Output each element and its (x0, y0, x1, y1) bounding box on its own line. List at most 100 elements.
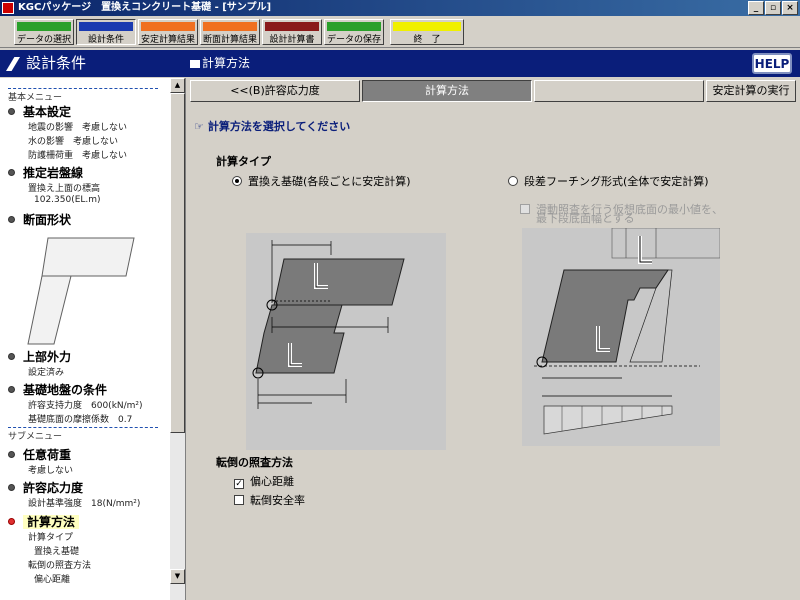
menu-list: 基本メニュー 基本設定 地震の影響 考慮しない 水の影響 考慮しない 防護柵荷重… (0, 78, 170, 600)
stepped-diagram-svg (534, 227, 721, 435)
checkbox-icon (234, 495, 244, 505)
bullet-icon (8, 518, 15, 525)
menu-section-shape[interactable]: 断面形状 (8, 211, 71, 228)
menu-detail: 水の影響 考慮しない (28, 137, 119, 147)
menu-detail: 102.350(EL.m) (34, 195, 101, 205)
radio-selected-icon (232, 176, 242, 186)
instruction-label: 計算方法を選択してください (207, 120, 351, 133)
save-data-button[interactable]: データの保存 (324, 19, 384, 45)
left-header-title: 設計条件 (26, 54, 87, 72)
slide-check-label-line2: 最下段底面幅とする (536, 210, 635, 226)
menu-detail: 設計基準強度 18(N/mm²) (28, 499, 141, 509)
overturn-check-label: 転倒の照査方法 (216, 456, 293, 469)
menu-detail: 転倒の照査方法 (28, 561, 92, 571)
checkbox-label: 偏心距離 (250, 475, 294, 488)
left-scrollbar[interactable]: ▲ ▼ (170, 78, 185, 600)
data-select-button[interactable]: データの選択 (14, 19, 74, 45)
help-button[interactable]: HELP (752, 53, 792, 74)
section-results-button[interactable]: 断面計算結果 (200, 19, 260, 45)
stability-results-button[interactable]: 安定計算結果 (138, 19, 198, 45)
main-panel: <<(B)許容応力度 計算方法 安定計算の実行 ☞ 計算方法を選択してください 計… (186, 78, 800, 600)
bullet-icon (8, 169, 15, 176)
menu-label: 計算方法 (23, 515, 80, 529)
exit-button[interactable]: 終 了 (390, 19, 464, 45)
toolbar: データの選択 設計条件 安定計算結果 断面計算結果 設計計算書 データの保存 終… (0, 16, 800, 48)
menu-calc-method[interactable]: 計算方法 (8, 513, 80, 530)
button-label: 設計計算書 (269, 35, 315, 45)
menu-arbitrary-load[interactable]: 任意荷重 (8, 446, 71, 463)
maximize-button[interactable]: ▫ (765, 1, 781, 15)
tab-next[interactable] (534, 80, 704, 102)
color-band (265, 22, 319, 31)
instruction-text: ☞ 計算方法を選択してください (194, 118, 350, 134)
color-band (327, 22, 381, 31)
menu-detail: 置換え基礎 (34, 547, 80, 557)
menu-label: 断面形状 (23, 213, 72, 227)
close-button[interactable]: × (782, 1, 798, 15)
color-band (393, 22, 461, 31)
overturn-safety-factor-checkbox[interactable]: 転倒安全率 (234, 492, 305, 508)
radio-icon (508, 176, 518, 186)
bullet-icon (8, 386, 15, 393)
menu-detail: 置換え上面の標高 (28, 184, 101, 194)
checkbox-label: 最下段底面幅とする (536, 212, 635, 225)
menu-detail: 計算タイプ (28, 533, 74, 543)
menu-label: 基本設定 (23, 105, 72, 119)
radio-replacement-foundation[interactable]: 置換え基礎(各段ごとに安定計算) (232, 173, 411, 189)
menu-ground-conditions[interactable]: 基礎地盤の条件 (8, 381, 107, 398)
menu-label: 基礎地盤の条件 (23, 383, 108, 397)
window-title: KGCパッケージ 置換えコンクリート基礎 - [サンプル] (18, 2, 272, 13)
scroll-up-arrow-icon[interactable]: ▲ (170, 78, 185, 93)
color-band (79, 22, 133, 31)
radio-stepped-footing[interactable]: 段差フーチング形式(全体で安定計算) (508, 173, 709, 189)
menu-label: 任意荷重 (23, 448, 72, 462)
main-panel-header: 計算方法 HELP (186, 50, 800, 77)
bullet-icon (8, 451, 15, 458)
tab-bar: <<(B)許容応力度 計算方法 安定計算の実行 (190, 80, 796, 102)
main-header-title: 計算方法 (202, 56, 251, 70)
menu-basic-settings[interactable]: 基本設定 (8, 103, 71, 120)
bullet-icon (8, 484, 15, 491)
menu-detail: 偏心距離 (34, 575, 71, 585)
run-stability-calc-button[interactable]: 安定計算の実行 (706, 80, 796, 102)
menu-allowable-stress[interactable]: 許容応力度 (8, 479, 83, 496)
stepped-footing-diagram (522, 227, 721, 446)
menu-detail: 防護柵荷重 考慮しない (28, 151, 128, 161)
button-label: データの保存 (326, 35, 381, 45)
button-label: 終 了 (413, 35, 441, 45)
menu-label: 上部外力 (23, 350, 72, 364)
tab-calc-method[interactable]: 計算方法 (362, 80, 532, 102)
button-label: 安定計算結果 (140, 35, 195, 45)
menu-detail: 設定済み (28, 368, 65, 378)
menu-label: 推定岩盤線 (23, 166, 84, 180)
minimize-button[interactable]: _ (748, 1, 764, 15)
report-button[interactable]: 設計計算書 (262, 19, 322, 45)
scroll-down-arrow-icon[interactable]: ▼ (170, 569, 185, 584)
menu-detail: 地震の影響 考慮しない (28, 123, 128, 133)
checkbox-label: 転倒安全率 (250, 494, 305, 507)
checkbox-checked-icon: ✓ (234, 479, 244, 489)
color-band (17, 22, 71, 31)
radio-label: 置換え基礎(各段ごとに安定計算) (248, 175, 411, 188)
replacement-diagram-svg (252, 240, 405, 409)
bullet-icon (8, 353, 15, 360)
menu-upper-force[interactable]: 上部外力 (8, 348, 71, 365)
design-conditions-button[interactable]: 設計条件 (76, 19, 136, 45)
sub-menu-label: サブメニュー (8, 427, 158, 442)
menu-rock-line[interactable]: 推定岩盤線 (8, 164, 83, 181)
eccentric-distance-checkbox[interactable]: ✓ 偏心距離 (234, 473, 294, 489)
button-label: 設計条件 (87, 35, 124, 45)
header-mark-icon (190, 60, 200, 68)
button-label: 断面計算結果 (202, 35, 257, 45)
bullet-icon (8, 216, 15, 223)
tab-prev-allowable-stress[interactable]: <<(B)許容応力度 (190, 80, 360, 102)
menu-detail: 許容支持力度 600(kN/m²) (28, 401, 143, 411)
header-mark-icon (6, 57, 20, 71)
color-band (203, 22, 257, 31)
scroll-thumb[interactable] (170, 93, 185, 433)
left-menu-panel: 基本メニュー 基本設定 地震の影響 考慮しない 水の影響 考慮しない 防護柵荷重… (0, 78, 186, 600)
replacement-foundation-diagram (246, 233, 446, 450)
radio-label: 段差フーチング形式(全体で安定計算) (524, 175, 709, 188)
calc-type-label: 計算タイプ (216, 155, 271, 168)
left-panel-header: 設計条件 (0, 50, 186, 77)
